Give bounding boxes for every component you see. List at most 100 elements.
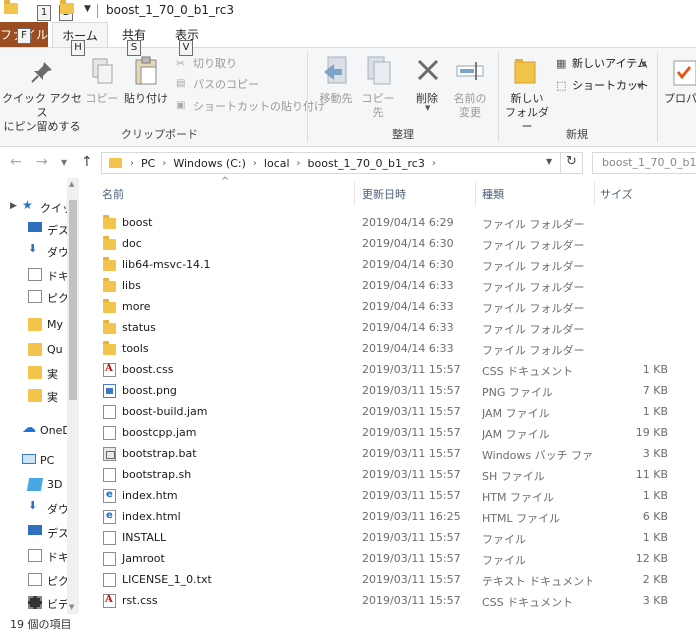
file-row[interactable]: index.html 2019/03/11 16:25 HTML ファイル 6 KB (86, 506, 696, 527)
breadcrumb-chevron-icon[interactable]: › (297, 158, 301, 169)
copy-button[interactable]: コピー (84, 92, 120, 106)
nav-scrollbar[interactable]: ▲ ▼ (67, 178, 79, 614)
file-date-modified: 2019/03/11 15:57 (362, 489, 461, 502)
cut-button[interactable]: 切り取り (193, 56, 237, 72)
paste-shortcut-button[interactable]: ショートカットの貼り付け (193, 99, 325, 115)
nav-item-label: クイック アクセス (40, 202, 67, 215)
nav-item[interactable]: ドキュメント (0, 264, 68, 286)
customize-quick-access-chevron-icon[interactable]: ▼ (84, 4, 91, 14)
breadcrumb-pc[interactable]: PC (141, 157, 155, 170)
document-icon (28, 268, 42, 281)
new-folder-quick-icon[interactable] (60, 0, 74, 14)
file-row[interactable]: boost.css 2019/03/11 15:57 CSS ドキュメント 1 KB (86, 359, 696, 380)
column-name[interactable]: 名前 (102, 186, 124, 202)
column-divider[interactable] (475, 182, 476, 206)
column-divider[interactable] (354, 182, 355, 206)
column-date-modified[interactable]: 更新日時 (362, 186, 406, 202)
pin-quick-access-button[interactable]: クイック アクセス にピン留めする (2, 92, 82, 134)
paste-button[interactable]: 貼り付け (122, 92, 170, 106)
easy-access-chevron-down-icon[interactable]: ▼ (637, 82, 642, 90)
file-row[interactable]: rst.css 2019/03/11 15:57 CSS ドキュメント 3 KB (86, 590, 696, 611)
rename-button[interactable]: 名前の 変更 (448, 92, 492, 120)
column-size[interactable]: サイズ (600, 186, 633, 202)
new-item-chevron-down-icon[interactable]: ▼ (641, 60, 646, 68)
nav-item[interactable]: ★ ▶ クイック アクセス (0, 196, 68, 218)
nav-item[interactable]: My (0, 314, 68, 336)
forward-arrow-icon[interactable]: → (36, 154, 48, 170)
scroll-up-arrow-icon[interactable]: ▲ (69, 180, 74, 188)
file-row[interactable]: tools 2019/04/14 6:33 ファイル フォルダー (86, 338, 696, 359)
file-row[interactable]: doc 2019/04/14 6:30 ファイル フォルダー (86, 233, 696, 254)
nav-scroll-thumb[interactable] (69, 200, 77, 400)
file-date-modified: 2019/03/11 15:57 (362, 531, 461, 544)
up-arrow-icon[interactable]: ↑ (81, 154, 93, 170)
address-history-chevron-icon[interactable]: ▼ (546, 157, 552, 166)
nav-item[interactable]: 実 (0, 385, 68, 407)
file-type: ファイル フォルダー (482, 344, 585, 357)
nav-item[interactable]: ビデオ (0, 592, 68, 614)
file-row[interactable]: index.htm 2019/03/11 15:57 HTM ファイル 1 KB (86, 485, 696, 506)
breadcrumb-chevron-icon[interactable]: › (432, 158, 436, 169)
file-date-modified: 2019/03/11 15:57 (362, 594, 461, 607)
nav-item[interactable]: 3D (0, 474, 68, 496)
column-divider[interactable] (594, 182, 595, 206)
file-icon (103, 405, 116, 419)
nav-item[interactable]: Qu (0, 339, 68, 361)
column-header: ^ 名前 更新日時 種類 サイズ (86, 176, 696, 208)
file-row[interactable]: lib64-msvc-14.1 2019/04/14 6:30 ファイル フォルダー (86, 254, 696, 275)
scroll-down-arrow-icon[interactable]: ▼ (69, 603, 74, 611)
file-row[interactable]: bootstrap.sh 2019/03/11 15:57 SH ファイル 11 KB (86, 464, 696, 485)
breadcrumb-chevron-icon[interactable]: › (130, 158, 134, 169)
nav-item[interactable]: ドキュメント (0, 545, 68, 567)
nav-item[interactable]: ⬇ ダウンロード (0, 240, 68, 262)
recent-locations-chevron-icon[interactable]: ▼ (61, 158, 67, 167)
nav-item[interactable]: デスクトップ (0, 218, 68, 240)
nav-item[interactable]: PC (0, 450, 68, 472)
breadcrumb-current-folder[interactable]: boost_1_70_0_b1_rc3 (308, 157, 425, 170)
move-to-button[interactable]: 移動先 (314, 92, 358, 106)
column-type[interactable]: 種類 (482, 186, 504, 202)
breadcrumb-local[interactable]: local (264, 157, 290, 170)
file-row[interactable]: boost-build.jam 2019/03/11 15:57 JAM ファイル 1… (86, 401, 696, 422)
file-row[interactable]: bootstrap.bat 2019/03/11 15:57 Windows バッチ… (86, 443, 696, 464)
new-folder-button[interactable]: 新しい フォルダー (502, 92, 552, 134)
nav-item[interactable]: ⬇ ダウンロード (0, 497, 68, 519)
file-row[interactable]: Jamroot 2019/03/11 15:57 ファイル 12 KB (86, 548, 696, 569)
file-row[interactable]: LICENSE_1_0.txt 2019/03/11 15:57 テキスト ドキュメ… (86, 569, 696, 590)
file-row[interactable]: libs 2019/04/14 6:33 ファイル フォルダー (86, 275, 696, 296)
file-row[interactable]: status 2019/04/14 6:33 ファイル フォルダー (86, 317, 696, 338)
copy-to-button[interactable]: コピー先 (358, 92, 398, 120)
delete-chevron-down-icon[interactable]: ▼ (425, 104, 430, 112)
file-row[interactable]: boostcpp.jam 2019/03/11 15:57 JAM ファイル 19 K… (86, 422, 696, 443)
file-row[interactable]: boost 2019/04/14 6:29 ファイル フォルダー (86, 212, 696, 233)
file-row[interactable]: more 2019/04/14 6:33 ファイル フォルダー (86, 296, 696, 317)
properties-button[interactable]: プロパティ (664, 92, 696, 106)
file-type: Windows バッチ ファイル (482, 449, 592, 462)
file-type: ファイル (482, 554, 526, 567)
file-type: JAM ファイル (482, 407, 550, 420)
file-type: ファイル フォルダー (482, 281, 585, 294)
nav-item[interactable]: ピクチャ (0, 286, 68, 308)
address-bar[interactable]: › PC › Windows (C:) › local › boost_1_70… (101, 152, 583, 174)
file-row[interactable]: INSTALL 2019/03/11 15:57 ファイル 1 KB (86, 527, 696, 548)
file-size: 11 KB (635, 468, 668, 481)
breadcrumb-windows-c[interactable]: Windows (C:) (173, 157, 246, 170)
refresh-icon[interactable]: ↻ (566, 154, 577, 169)
file-size: 12 KB (635, 552, 668, 565)
copy-path-button[interactable]: パスのコピー (193, 77, 259, 93)
pin-icon (31, 62, 52, 83)
nav-item[interactable]: デスクトップ (0, 521, 68, 543)
file-row[interactable]: boost.png 2019/03/11 15:57 PNG ファイル 7 KB (86, 380, 696, 401)
breadcrumb-chevron-icon[interactable]: › (162, 158, 166, 169)
nav-item-label: PC (40, 454, 55, 467)
nav-item[interactable]: ☁ OneDrive (0, 420, 68, 442)
nav-item[interactable]: 実 (0, 362, 68, 384)
nav-item[interactable]: ピクチャ (0, 569, 68, 591)
title-bar: 1 2 ▼ boost_1_70_0_b1_rc3 (0, 0, 696, 22)
new-item-button[interactable]: 新しいアイテム (572, 56, 648, 72)
file-date-modified: 2019/03/11 15:57 (362, 468, 461, 481)
back-arrow-icon[interactable]: ← (10, 154, 22, 170)
expand-chevron-icon[interactable]: ▶ (10, 201, 17, 211)
breadcrumb-chevron-icon[interactable]: › (253, 158, 257, 169)
search-input[interactable]: boost_1_70_0_b1_rc3の検索 (592, 152, 696, 174)
